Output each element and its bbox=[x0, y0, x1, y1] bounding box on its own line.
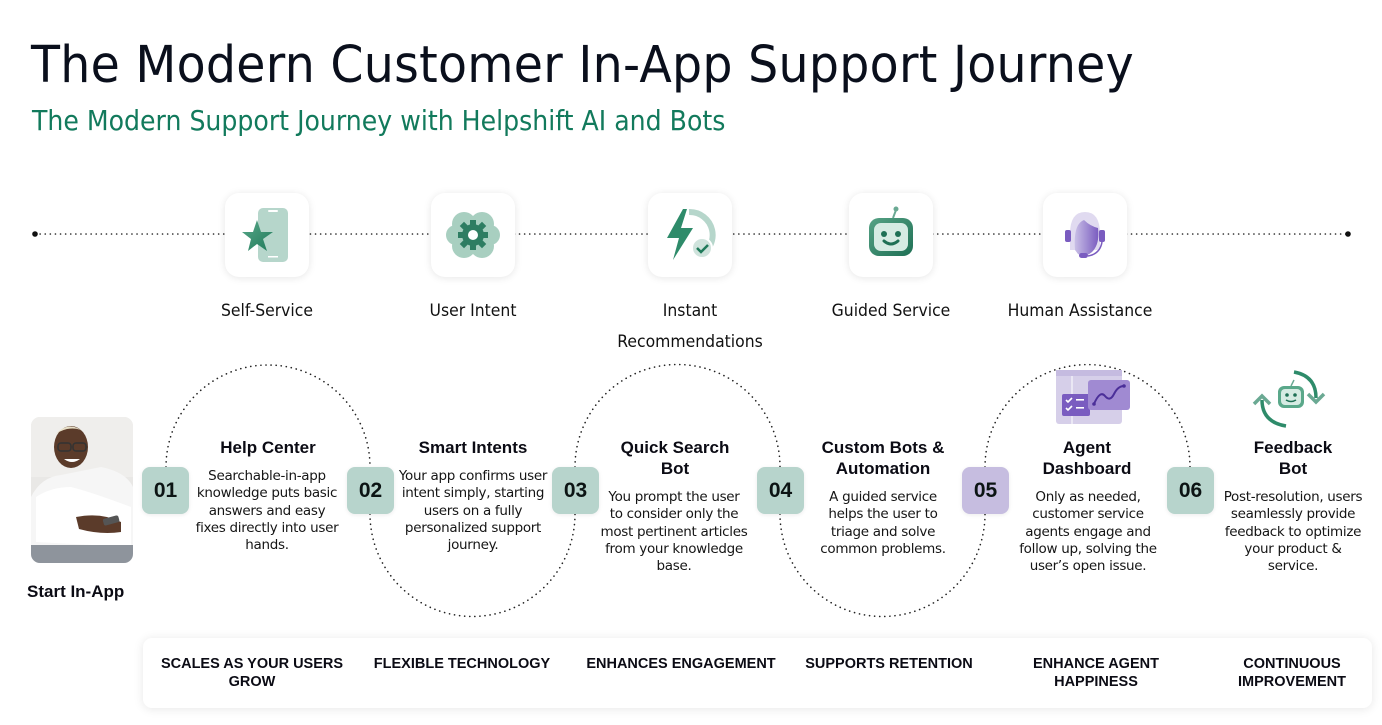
start-in-app-label: Start In-App bbox=[27, 582, 125, 601]
step-title: Help Center bbox=[220, 438, 316, 457]
step-description: Post-resolution, users seamlessly provid… bbox=[1223, 489, 1363, 575]
stage-label: Human Assistance bbox=[1007, 301, 1153, 321]
stage-tile-guided-service bbox=[849, 193, 933, 277]
person-with-phone-illustration bbox=[31, 417, 133, 563]
stage-tile-user-intent bbox=[431, 193, 515, 277]
step-description: Only as needed, customer service agents … bbox=[1019, 489, 1157, 575]
step-title: Custom Bots & Automation bbox=[821, 438, 945, 478]
benefit-label: ENHANCES ENGAGEMENT bbox=[586, 656, 776, 672]
page-title: The Modern Customer In-App Support Journ… bbox=[31, 36, 1134, 95]
dashboard-chart-icon bbox=[1056, 370, 1130, 424]
benefit-label: SUPPORTS RETENTION bbox=[805, 656, 973, 672]
step-badge-04: 04 bbox=[757, 467, 804, 514]
timeline-start-dot bbox=[32, 231, 38, 237]
benefits-bar: SCALES AS YOUR USERS GROW FLEXIBLE TECHN… bbox=[143, 638, 1372, 708]
step-description: You prompt the user to consider only the… bbox=[600, 489, 748, 575]
page-subtitle: The Modern Support Journey with Helpshif… bbox=[32, 104, 726, 137]
step-description: A guided service helps the user to triag… bbox=[820, 489, 946, 557]
robot-refresh-icon bbox=[1252, 370, 1326, 428]
step-description: Your app confirms user intent simply, st… bbox=[398, 468, 548, 554]
step-title: Smart Intents bbox=[418, 438, 528, 457]
step-description: Searchable-in-app knowledge puts basic a… bbox=[195, 468, 339, 554]
stage-label: Guided Service bbox=[831, 301, 951, 321]
step-badge-02: 02 bbox=[347, 467, 394, 514]
stage-tile-human-assistance bbox=[1043, 193, 1127, 277]
benefit-label: SCALES AS YOUR USERS GROW bbox=[160, 656, 344, 690]
stage-tile-self-service bbox=[225, 193, 309, 277]
step-badge-05: 05 bbox=[962, 467, 1009, 514]
stage-label: User Intent bbox=[429, 301, 517, 321]
robot-face-icon bbox=[869, 206, 913, 256]
stage-tile-instant-recommendations bbox=[648, 193, 732, 277]
headset-agent-icon bbox=[1065, 212, 1105, 258]
step-title: Quick Search Bot bbox=[620, 438, 730, 478]
benefit-label: FLEXIBLE TECHNOLOGY bbox=[373, 656, 551, 672]
step-badge-03: 03 bbox=[552, 467, 599, 514]
step-title: Feedback Bot bbox=[1253, 438, 1333, 478]
stage-label: Self-Service bbox=[221, 301, 313, 321]
stage-label: Instant Recommendations bbox=[617, 301, 763, 352]
start-in-app-photo bbox=[31, 417, 133, 563]
timeline-end-dot bbox=[1345, 231, 1351, 237]
step-badge-06: 06 bbox=[1167, 467, 1214, 514]
lightning-clock-check-icon bbox=[667, 208, 716, 260]
step-badge-01: 01 bbox=[142, 467, 189, 514]
flower-gear-icon bbox=[446, 212, 500, 258]
step-title: Agent Dashboard bbox=[1042, 438, 1132, 478]
benefit-label: ENHANCE AGENT HAPPINESS bbox=[1033, 656, 1159, 690]
phone-star-icon bbox=[242, 208, 288, 262]
benefit-label: CONTINUOUS IMPROVEMENT bbox=[1238, 656, 1346, 690]
